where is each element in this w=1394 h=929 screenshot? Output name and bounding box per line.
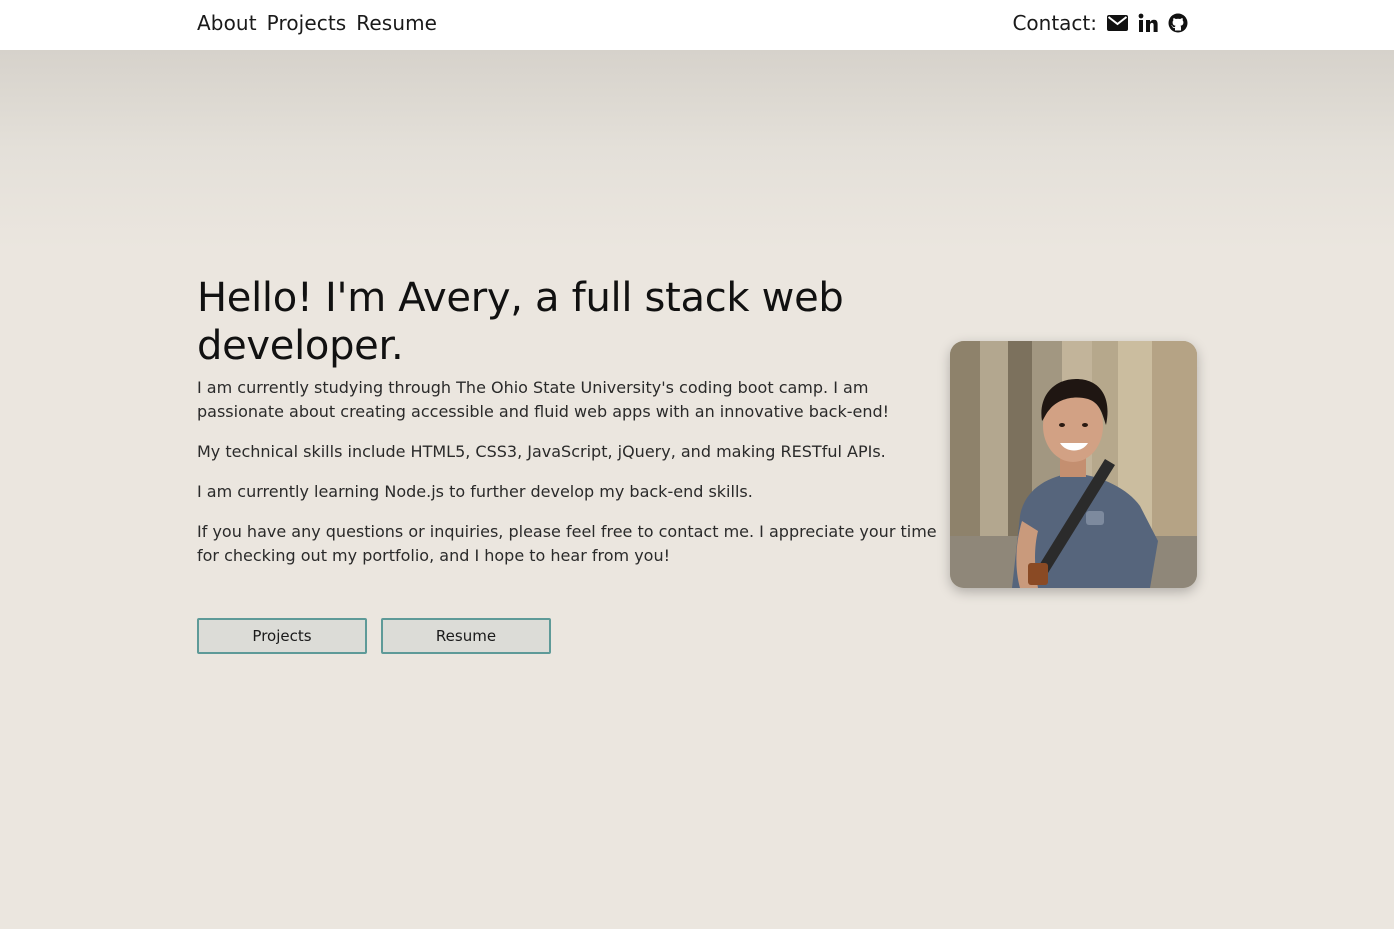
- about-paragraph-bootcamp: I am currently studying through The Ohio…: [197, 378, 890, 421]
- nav-link-about[interactable]: About: [197, 11, 257, 35]
- hero-buttons: Projects Resume: [197, 618, 551, 654]
- about-paragraphs: I am currently studying through The Ohio…: [197, 376, 937, 568]
- projects-button[interactable]: Projects: [197, 618, 367, 654]
- about-paragraph-contact: If you have any questions or inquiries, …: [197, 522, 937, 565]
- envelope-icon[interactable]: [1107, 11, 1128, 35]
- page-headline: Hello! I'm Avery, a full stack web devel…: [197, 275, 844, 369]
- github-icon[interactable]: [1168, 11, 1188, 35]
- top-navbar: About Projects Resume Contact:: [0, 0, 1394, 50]
- nav-links: About Projects Resume: [197, 11, 437, 35]
- resume-button[interactable]: Resume: [381, 618, 551, 654]
- hero-gradient-band: [0, 50, 1394, 250]
- nav-link-projects[interactable]: Projects: [267, 11, 347, 35]
- contact-label: Contact:: [1012, 11, 1097, 35]
- linkedin-icon[interactable]: [1138, 11, 1158, 35]
- contact-section: Contact:: [1012, 11, 1188, 35]
- profile-photo: [950, 341, 1197, 588]
- about-paragraph-learning: I am currently learning Node.js to furth…: [197, 482, 753, 501]
- about-paragraph-skills: My technical skills include HTML5, CSS3,…: [197, 442, 886, 461]
- about-section: Hello! I'm Avery, a full stack web devel…: [197, 274, 937, 584]
- nav-link-resume[interactable]: Resume: [356, 11, 437, 35]
